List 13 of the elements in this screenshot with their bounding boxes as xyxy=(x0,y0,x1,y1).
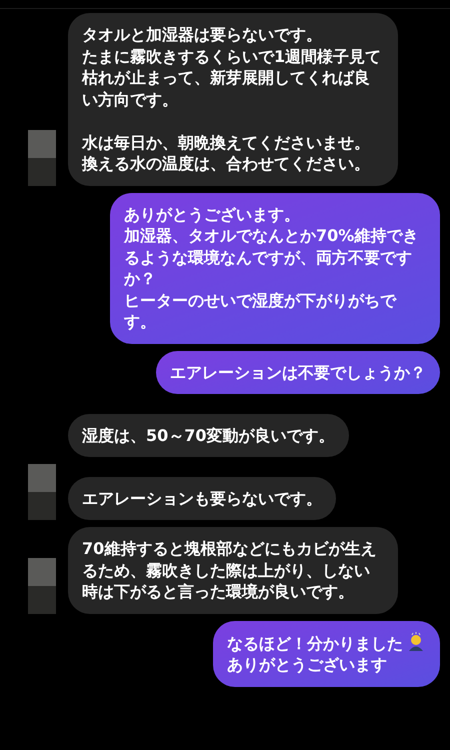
message-text: エアレーションは不要でしょうか？ xyxy=(170,362,426,382)
message-text: 湿度は、50～70変動が良いです。 xyxy=(82,426,335,444)
message-text: タオルと加湿器は要らないです。 xyxy=(82,25,322,44)
message-text: 換える水の温度は、合わせてください。 xyxy=(82,154,370,173)
message-text: ありがとうございます xyxy=(227,655,387,674)
message-text: たまに霧吹きするくらいで1週間様子見て枯れが止まって、新芽展開してくれば良い方向です。 xyxy=(82,46,382,108)
message-text: 加湿器、タオルでなんとか70%維持できるような環境なんですが、両方不要ですか？ xyxy=(124,226,418,288)
message-text: エアレーションも要らないです。 xyxy=(82,488,322,508)
message-text: なるほど！分かりました xyxy=(227,634,403,652)
message-text: ヒーターのせいで湿度が下がりがちです。 xyxy=(124,290,396,331)
message-text: 70維持すると塊根部などにもカビが生えるため、霧吹きした際は上がり、しない時は下がると言った環境が良いです。 xyxy=(82,539,376,601)
message-text: 水は毎日か、朝晩換えてくださいませ。 xyxy=(82,132,370,152)
message-text: ありがとうございます。 xyxy=(124,204,300,224)
